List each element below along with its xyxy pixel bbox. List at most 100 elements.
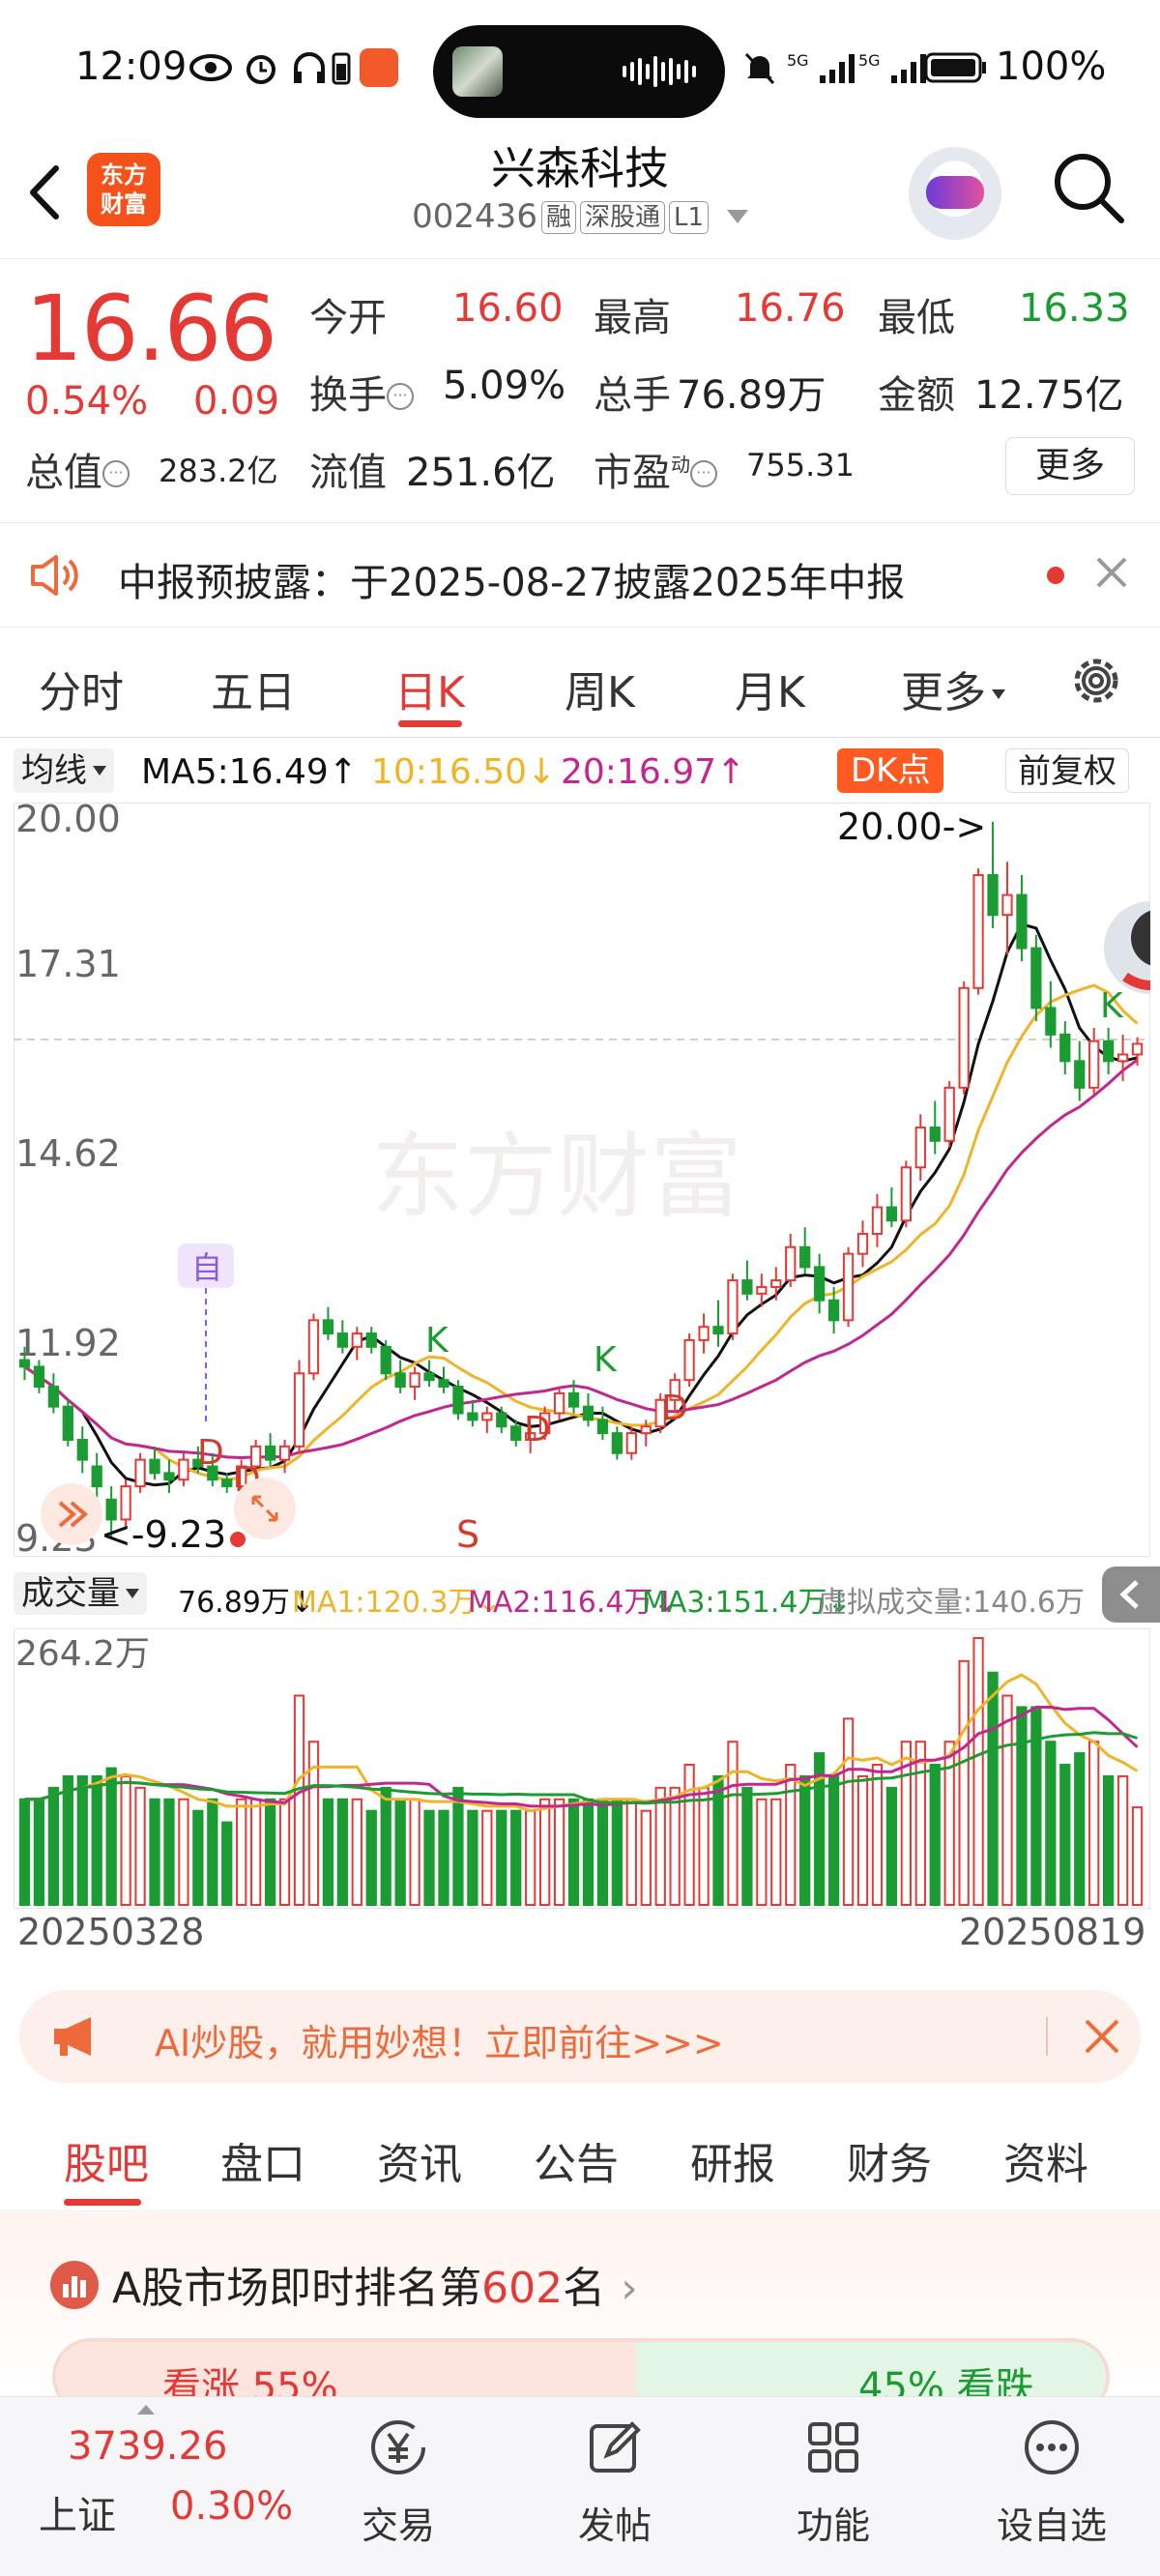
candle-up [640,1425,652,1435]
volume-bar [221,1821,233,1906]
pe-label[interactable]: 市盈动 ··· [594,441,717,497]
low-value: 16.33 [1019,286,1130,331]
low-dot [230,1532,246,1547]
candle-down [596,1419,609,1435]
current-price: 16.66 [25,277,277,382]
tab-intraday[interactable]: 分时 [39,658,124,719]
volume-bar [785,1764,797,1906]
tab-financials[interactable]: 财务 [847,2129,932,2191]
tab-monthly-k[interactable]: 月K [735,658,805,719]
tab-research[interactable]: 研报 [690,2129,775,2191]
notice-unread-dot [1047,567,1064,584]
volume-bar [1102,1774,1115,1906]
kline-chart[interactable]: 东方财富 20.00 17.31 14.62 11.92 9.23 20.00-… [13,798,1160,1560]
tab-daily-k[interactable]: 日K [394,658,465,719]
volume-bar [698,1786,710,1906]
ma5-value: MA5:16.49↑ [141,752,358,792]
indicator-select[interactable]: 成交量 [14,1572,147,1615]
gear-icon[interactable] [1067,652,1125,710]
pe-value: 755.31 [746,447,855,483]
volume-bar [293,1694,305,1906]
nav-add-watchlist[interactable]: 设自选 [974,2416,1129,2549]
ma20-value: 20:16.97↑ [561,752,746,792]
mcap-value: 283.2亿 [159,453,278,489]
info-icon[interactable]: ··· [387,383,414,410]
volume-bar [236,1798,247,1906]
high-value: 16.76 [735,286,846,331]
float-label: 流值 [309,451,387,495]
tab-forum[interactable]: 股吧 [64,2129,149,2191]
candle-up [409,1372,420,1389]
signal-d-3: D [524,1410,551,1449]
volume-bar [62,1774,73,1906]
signal-k-2: K [594,1340,618,1380]
volume-chart[interactable]: 264.2万 [13,1627,1151,1910]
candle-down [62,1405,73,1441]
volume-bar [827,1774,840,1906]
ranking-section[interactable]: A股市场即时排名第602名 › 看涨 55% 45% 看跌 [0,2212,1160,2415]
signal-5g-icon: 5G [787,51,855,83]
change-percent: 0.54% [25,379,149,424]
alarm-icon [246,55,276,84]
more-button[interactable]: 更多 [1005,437,1135,495]
mcap-label[interactable]: 总值 ··· [25,441,130,497]
candle-up [625,1432,637,1454]
volume-bar [120,1774,131,1906]
candle-down [33,1365,45,1389]
candle-down [467,1412,478,1421]
candle-up [756,1285,768,1295]
kline-svg: 东方财富 20.00 17.31 14.62 11.92 9.23 20.00-… [13,798,1160,1560]
nav-trade[interactable]: 交易 [321,2416,476,2549]
close-icon[interactable] [1092,553,1131,592]
tab-profile[interactable]: 资料 [1003,2129,1088,2191]
index-value[interactable]: 3739.26 [68,2424,227,2469]
info-icon[interactable]: ··· [102,460,130,487]
y-label-3: 14.62 [15,1132,121,1175]
low-marker: <-9.23 [101,1513,226,1556]
tab-orderbook[interactable]: 盘口 [220,2129,305,2191]
volume-bar [1059,1764,1071,1906]
search-icon[interactable] [1050,149,1127,226]
dynamic-island[interactable] [433,25,725,118]
high-marker: 20.00-> [837,805,986,848]
tab-five-day[interactable]: 五日 [211,658,296,719]
tab-more[interactable]: 更多 [901,658,1005,719]
tab-announcements[interactable]: 公告 [534,2129,619,2191]
notice-bar[interactable]: 中报预披露：于2025-08-27披露2025年中报 [0,530,1160,617]
turnover-label[interactable]: 换手 ··· [309,364,414,420]
status-bar: 12:09 5G 5G 100% [0,0,1160,135]
open-label: 今开 [309,296,387,340]
dropdown-arrow-icon[interactable] [726,210,748,223]
close-icon[interactable] [1081,2015,1123,2058]
candle-up [785,1245,797,1282]
tab-weekly-k[interactable]: 周K [565,658,635,719]
ai-robot-icon[interactable] [909,147,1001,240]
volume-bar [380,1786,392,1906]
nav-post[interactable]: 发帖 [537,2416,692,2549]
volume-bar [1131,1806,1144,1906]
volume-bar [105,1767,117,1906]
volume-bar [727,1741,739,1906]
adjust-mode-button[interactable]: 前复权 [1005,748,1129,793]
ai-promo-banner[interactable]: AI炒股，就用妙想！立即前往>>> [19,1990,1141,2083]
index-name: 上证 [39,2494,116,2538]
dk-point-button[interactable]: DK点 [837,748,944,793]
candle-down [423,1372,435,1382]
ma-select[interactable]: 均线 [14,748,114,793]
tab-news[interactable]: 资讯 [377,2129,462,2191]
volume-bar [467,1809,478,1907]
expand-up-icon[interactable] [137,2405,155,2415]
candle-down [221,1478,233,1488]
candle-up [943,1086,955,1142]
volume-bar [1045,1741,1057,1906]
volume-bar [538,1798,551,1906]
candle-down [799,1245,811,1269]
divider [0,522,1160,523]
volume-bar [510,1809,522,1907]
info-icon[interactable]: ··· [690,460,717,487]
volume-bar [625,1798,637,1906]
collapse-panel-button[interactable] [1102,1566,1160,1623]
candle-up [481,1412,493,1421]
nav-functions[interactable]: 功能 [756,2416,911,2549]
volume-bar [958,1659,970,1907]
